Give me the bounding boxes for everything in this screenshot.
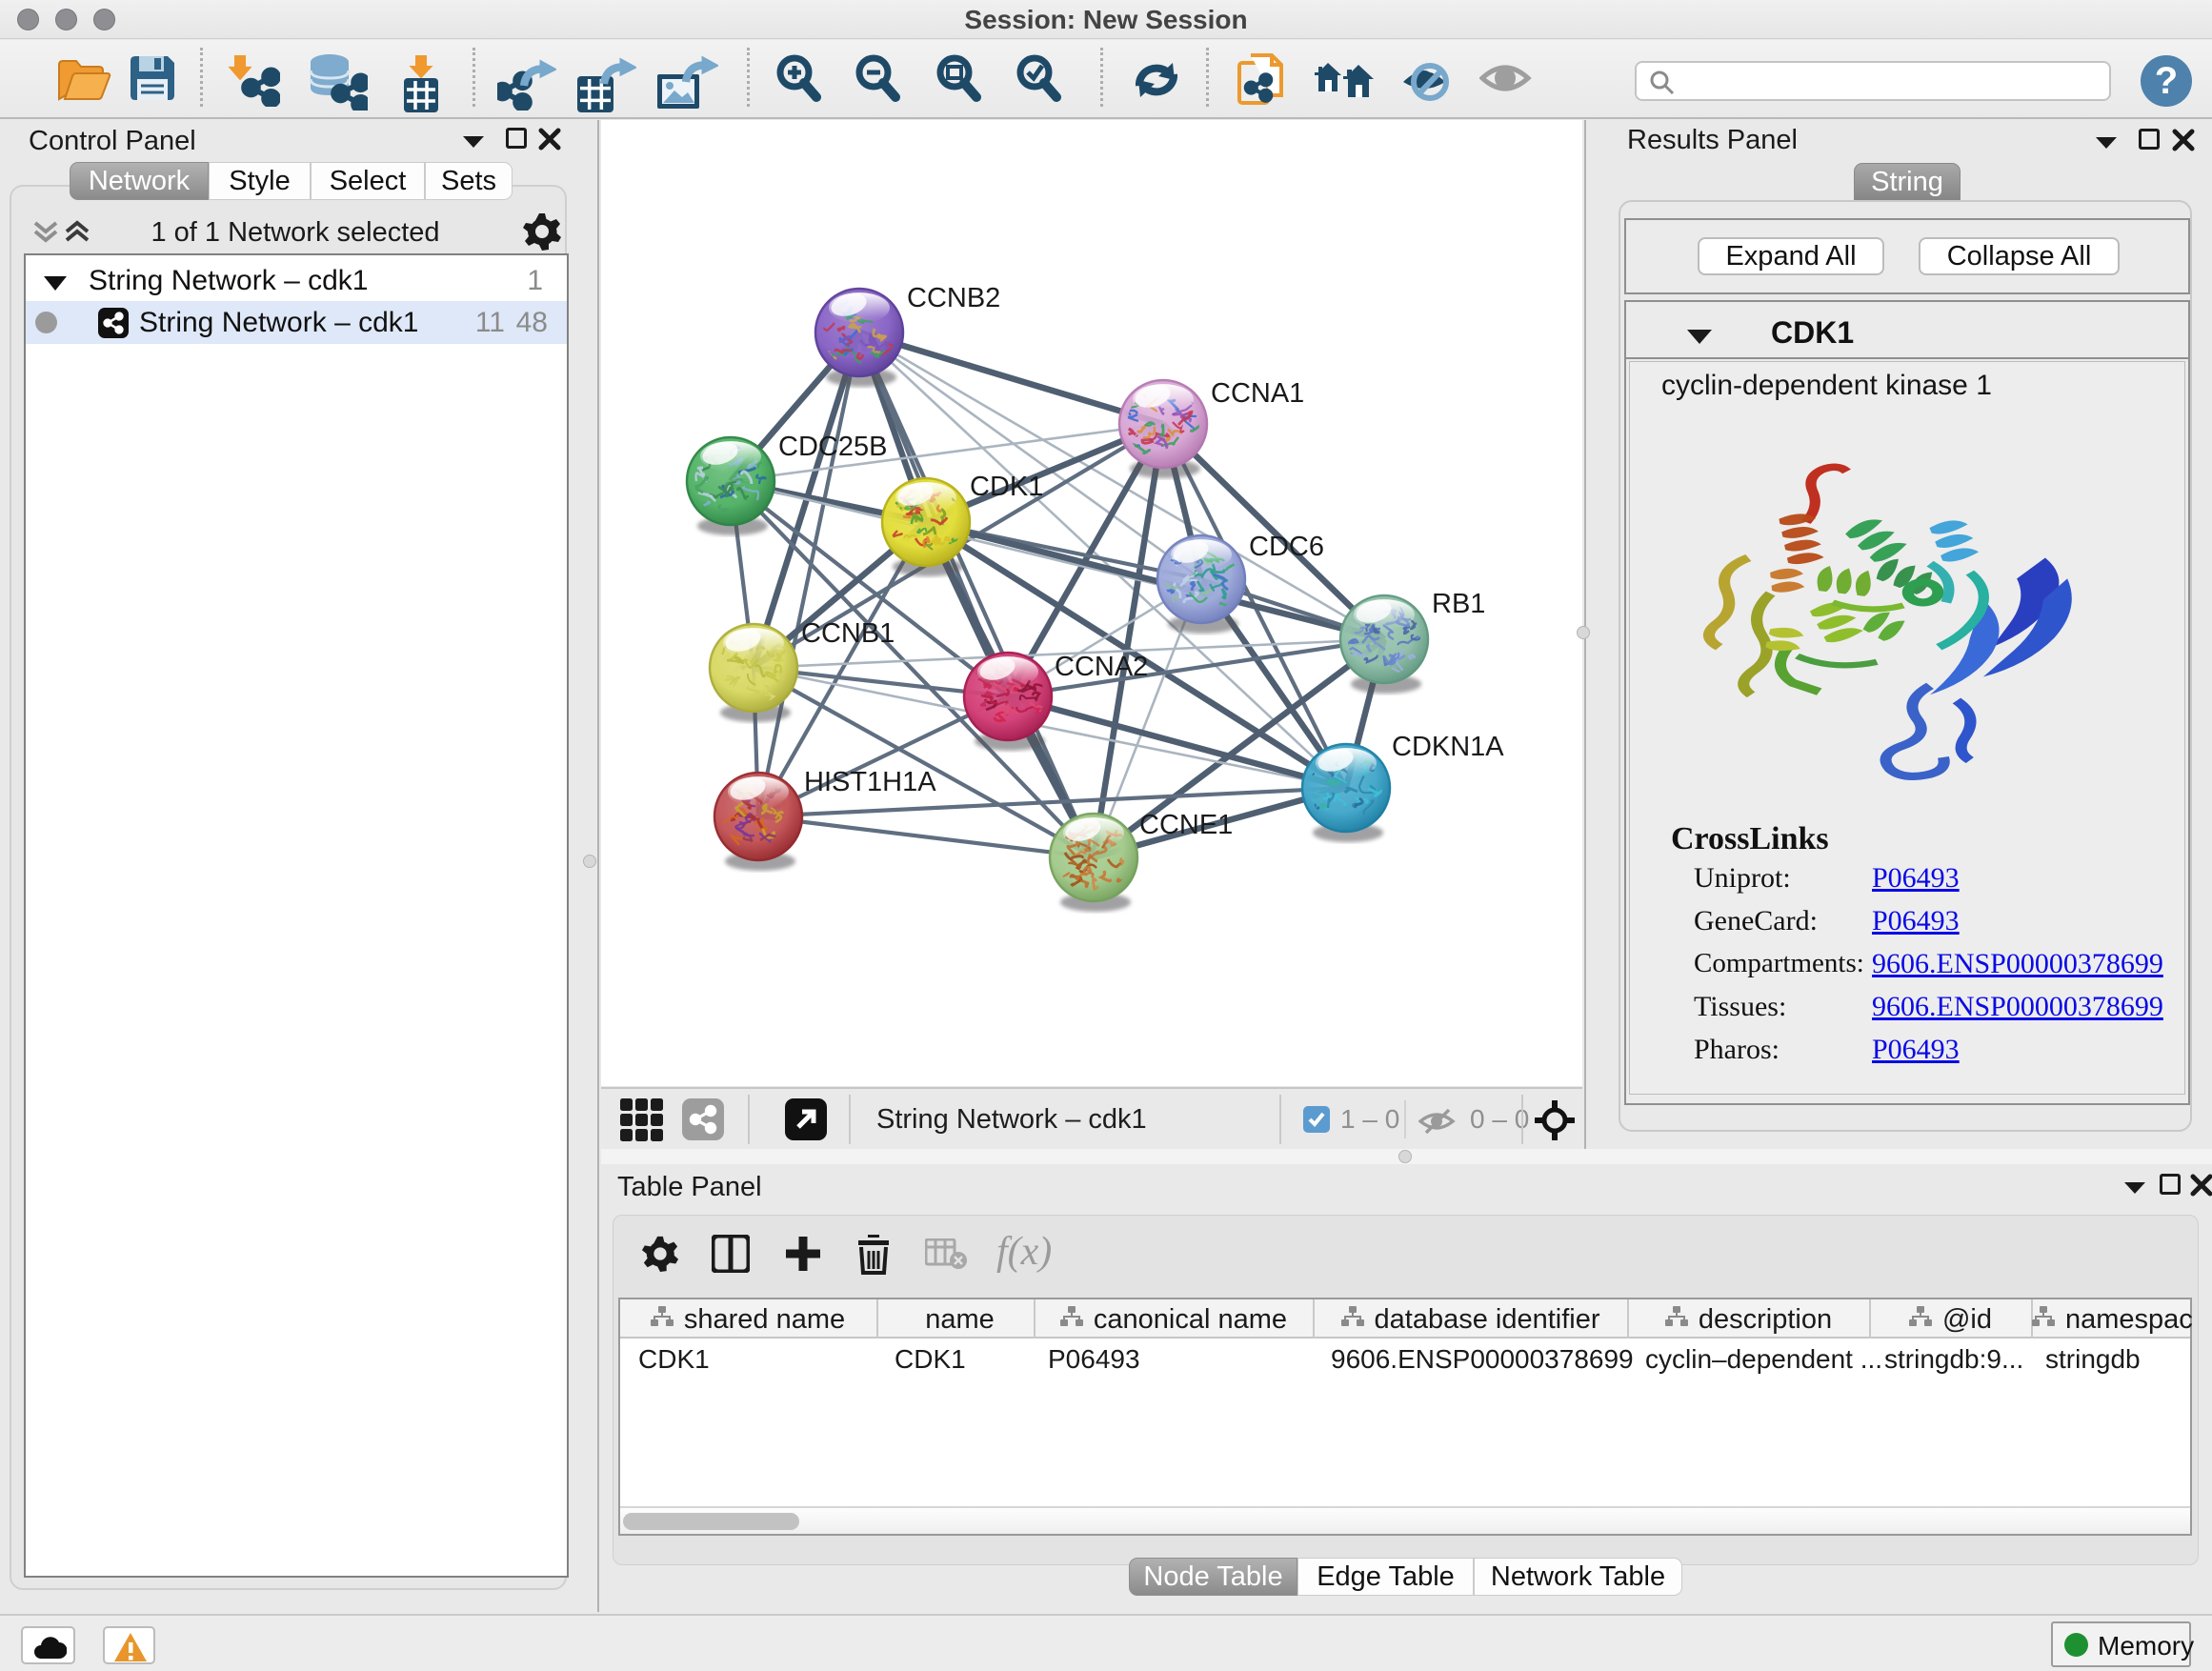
svg-text:CCNA1: CCNA1 xyxy=(1211,378,1304,409)
svg-text:CCNE1: CCNE1 xyxy=(1139,810,1233,840)
svg-text:CDKN1A: CDKN1A xyxy=(1392,732,1504,762)
svg-text:RB1: RB1 xyxy=(1432,589,1485,619)
svg-text:CCNB1: CCNB1 xyxy=(801,618,895,649)
svg-text:CDC6: CDC6 xyxy=(1249,532,1324,562)
svg-text:HIST1H1A: HIST1H1A xyxy=(804,767,936,797)
svg-text:CDK1: CDK1 xyxy=(970,472,1043,502)
svg-text:CDC25B: CDC25B xyxy=(778,432,887,462)
svg-text:CCNA2: CCNA2 xyxy=(1055,652,1148,682)
svg-text:CCNB2: CCNB2 xyxy=(907,283,1000,313)
